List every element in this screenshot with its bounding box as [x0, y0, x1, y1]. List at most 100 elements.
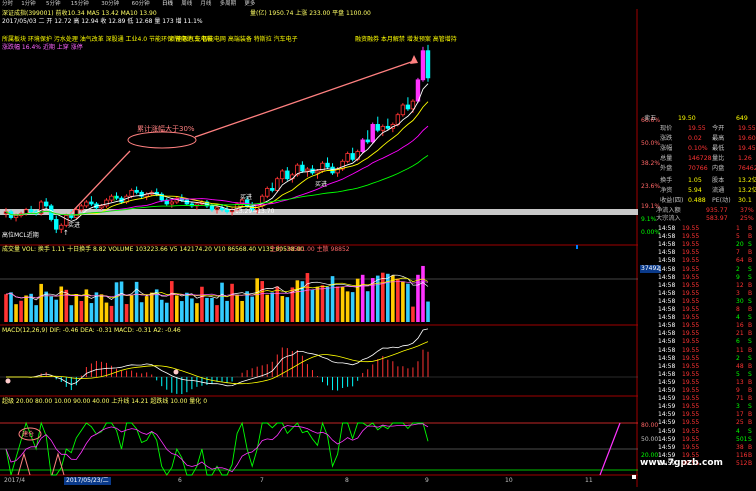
- volume-bar: [421, 265, 425, 322]
- period-tab-4[interactable]: 30分钟: [101, 0, 119, 9]
- quote-row-cell: 今开: [712, 125, 725, 132]
- quote-row-cell: 涨幅: [660, 145, 673, 152]
- period-tab-6[interactable]: 日线: [162, 0, 173, 9]
- period-tab-8[interactable]: 月线: [200, 0, 211, 9]
- buy-arrow-icon: ↑: [112, 195, 118, 203]
- volume-bar: [310, 289, 315, 322]
- volume-bar: [195, 303, 199, 322]
- finance-row-cell: 13.2亿: [738, 177, 756, 184]
- big-inflow-row: 大宗流入 583.97 25%: [640, 214, 756, 224]
- label-low-range: 13.29→13.70: [235, 208, 275, 215]
- finance-row-cell: 收益(四): [660, 197, 684, 204]
- volume-bar: [19, 300, 23, 322]
- candle-body: [360, 139, 365, 152]
- main-info-line-2: 2017/05/03 二 开 12.72 高 12.94 收 12.89 低 1…: [2, 18, 203, 25]
- candle-body: [325, 162, 330, 168]
- volume-bar: [285, 297, 290, 322]
- volume-bar: [380, 272, 385, 322]
- period-tab-9[interactable]: 多周期: [220, 0, 237, 9]
- label-bottom-left: 高位MCL近期: [2, 232, 39, 239]
- period-tab-0[interactable]: 分时: [2, 0, 13, 9]
- volume-bar: [210, 297, 214, 322]
- volume-bar: [134, 281, 139, 322]
- sell5-row-cell: 649: [736, 115, 748, 122]
- date-label-3: 6: [178, 477, 182, 484]
- candle-body: [89, 201, 94, 205]
- period-tab-1[interactable]: 1分钟: [21, 0, 36, 9]
- volume-bar: [406, 283, 410, 322]
- volume-bar: [144, 296, 149, 322]
- candle-body: [134, 189, 139, 193]
- volume-bar: [230, 283, 234, 322]
- volume-bar: [235, 294, 239, 322]
- candle-body: [275, 178, 280, 191]
- volume-bar: [360, 274, 365, 322]
- quote-row-cell: 现价: [660, 125, 673, 132]
- quote-row-cell: 涨跌: [660, 135, 673, 142]
- volume-bar: [104, 302, 109, 322]
- period-tab-3[interactable]: 15分钟: [71, 0, 89, 9]
- volume-bar: [396, 278, 400, 322]
- kdj-info: 超级 20.00 80.00 10.00 90.00 40.00 上升线 14.…: [2, 398, 208, 405]
- volume-bar: [225, 300, 229, 322]
- candle-body: [280, 170, 285, 180]
- main-info-line-1: 深证成指(399001) 前收10.34 MA5 13.42 MA10 13.9…: [2, 10, 157, 17]
- candle-body: [84, 201, 89, 207]
- volume-bar: [54, 299, 59, 322]
- volume-bar: [315, 286, 320, 322]
- candle-body: [219, 207, 225, 211]
- candle-body: [425, 50, 431, 79]
- volume-bar: [49, 296, 54, 322]
- candle-body: [28, 209, 34, 213]
- big-inflow-row-cell: 583.97: [706, 215, 728, 222]
- volume-bar: [270, 292, 275, 322]
- volume-bar: [180, 301, 184, 322]
- macd-info: MACD(12,26,9) DIF: -0.46 DEA: -0.31 MACD…: [2, 327, 181, 334]
- volume-bar: [255, 278, 259, 322]
- candle-body: [54, 219, 59, 230]
- volume-bar: [416, 274, 420, 322]
- volume-info: 成交量 VOL: 换手 1.11 十日换手 8.82 VOLUME 103223…: [2, 246, 305, 253]
- sell5-row-cell: 卖五: [644, 115, 657, 122]
- quote-panel: 卖五 19.50 649 现价 19.55 今开 19.55 涨跌 0.02 最高 19.60 涨幅 0…: [640, 0, 756, 487]
- volume-bar: [74, 294, 79, 322]
- volume-bar: [345, 291, 350, 322]
- volume-bar: [215, 305, 219, 322]
- date-label-1: 2017/4: [4, 477, 26, 484]
- candle-body: [224, 209, 230, 213]
- volume-bar: [280, 296, 285, 322]
- period-tab-2[interactable]: 5分钟: [46, 0, 61, 9]
- volume-bar: [391, 275, 395, 322]
- label-buy-3: 买进: [240, 194, 253, 201]
- candle-body: [74, 209, 79, 218]
- label-buy-2: 买进: [315, 181, 328, 188]
- volume-bar: [99, 294, 104, 322]
- volume-bar: [119, 281, 124, 322]
- volume-bar: [114, 282, 119, 322]
- volume-bar: [109, 305, 114, 322]
- volume-bar: [200, 286, 204, 322]
- quote-row-cell: 19.55: [688, 125, 706, 132]
- candle-body: [99, 205, 104, 209]
- date-label-7: 10: [505, 477, 513, 484]
- volume-bar: [190, 298, 194, 322]
- volume-bar: [250, 296, 254, 322]
- buy-arrow-icon-2: ↑: [63, 229, 69, 237]
- candle-body: [385, 125, 391, 129]
- quote-row-cell: 0.02: [688, 135, 702, 142]
- quote-row: 外盘 70766 内盘 76462: [640, 164, 756, 174]
- quote-row-cell: 最低: [712, 145, 725, 152]
- period-tab-10[interactable]: 更多: [244, 0, 255, 9]
- label-jiancang: 建仓: [22, 431, 35, 438]
- period-tab-5[interactable]: 60分钟: [132, 0, 150, 9]
- quote-row-cell: 19.45: [738, 145, 756, 152]
- candle-body: [285, 170, 290, 180]
- candle-body: [375, 124, 380, 131]
- callout-top-right: 融资融券 本月解禁 增发预案 高管增持: [355, 36, 457, 43]
- quote-row-cell: 0.10%: [688, 145, 708, 152]
- finance-row-cell: 0.488: [688, 197, 706, 204]
- volume-bar: [34, 305, 38, 322]
- period-tab-7[interactable]: 周线: [181, 0, 192, 9]
- quote-row-cell: 外盘: [660, 165, 673, 172]
- date-label-current: 2017/05/23/二: [64, 477, 111, 485]
